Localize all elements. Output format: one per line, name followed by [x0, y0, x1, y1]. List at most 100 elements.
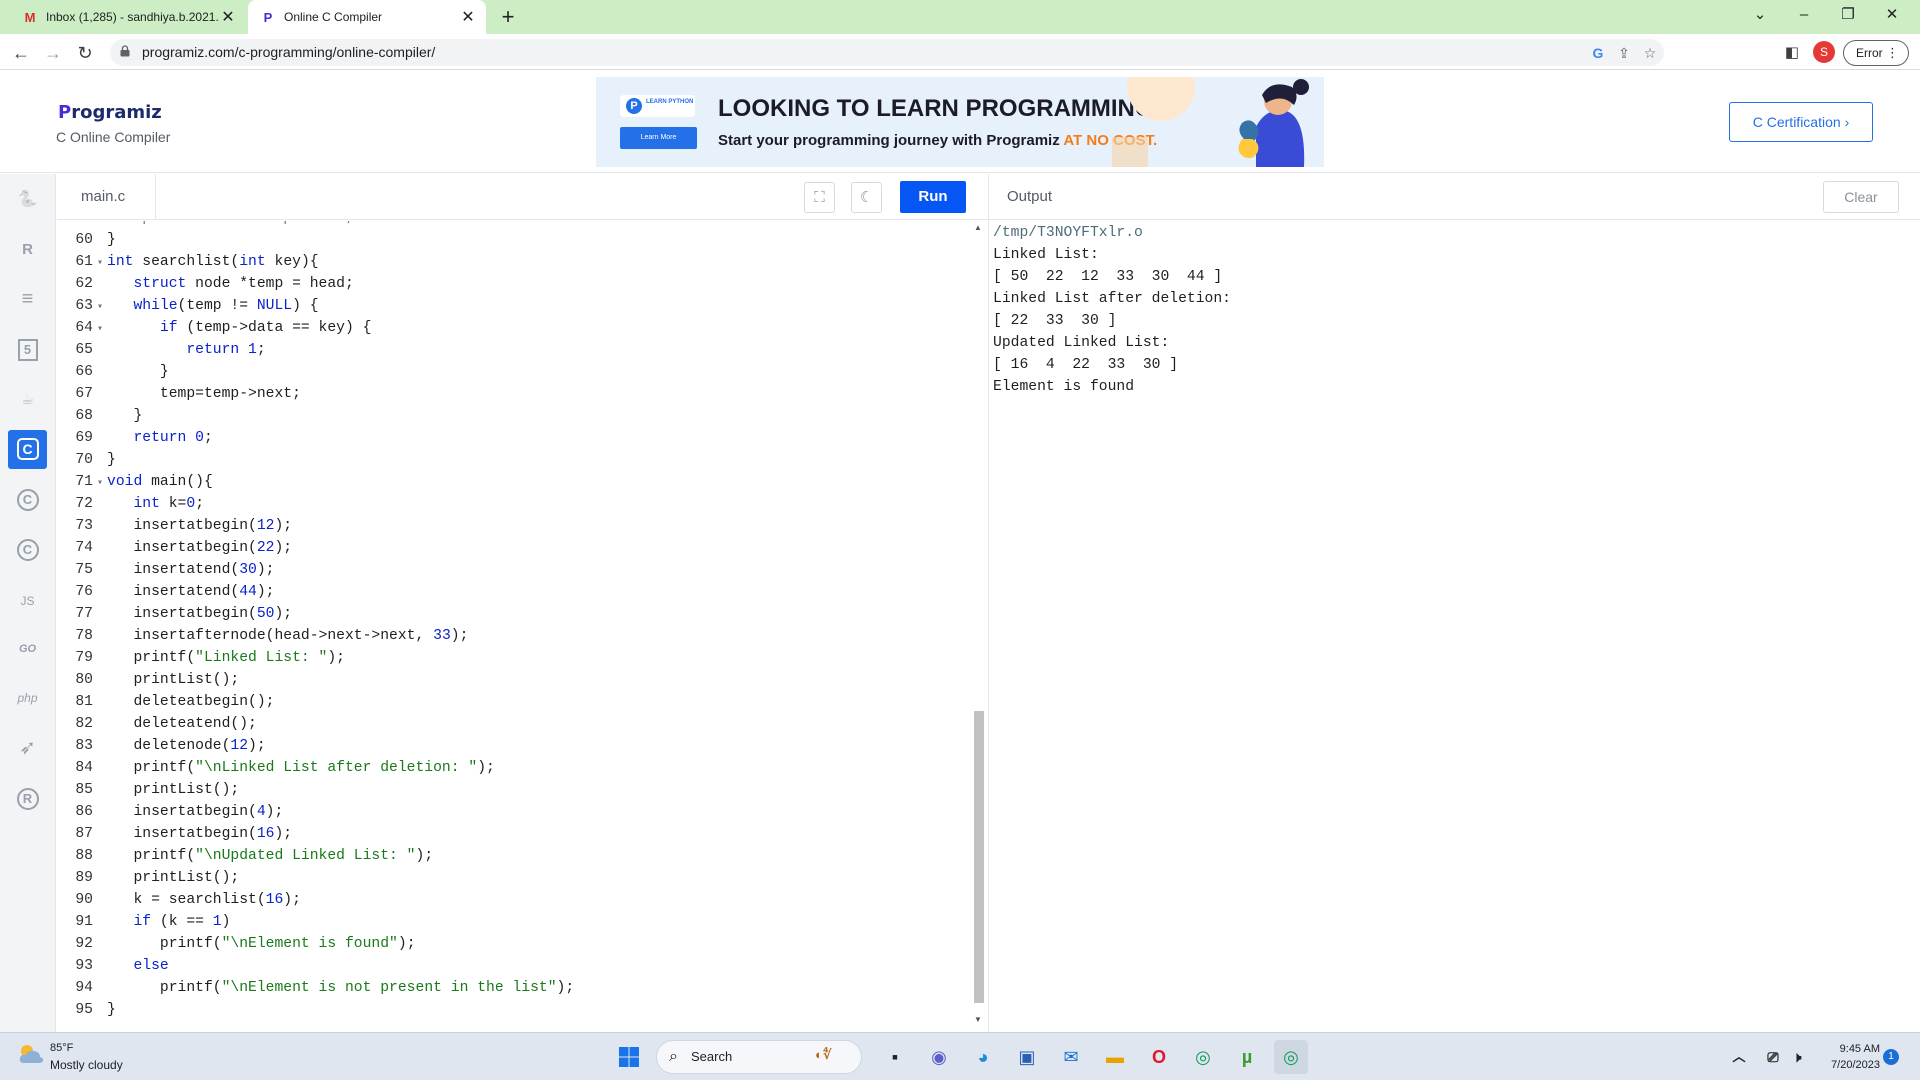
- chrome-icon[interactable]: ◎: [1186, 1040, 1220, 1074]
- close-tab-icon[interactable]: ✕: [458, 7, 478, 27]
- code-line[interactable]: 68 }: [57, 405, 972, 427]
- file-explorer-icon[interactable]: ▬: [1098, 1040, 1132, 1074]
- lang-cpp-button[interactable]: C: [8, 480, 47, 519]
- code-line[interactable]: 89 printList();: [57, 867, 972, 889]
- show-hidden-icons-chevron[interactable]: ︿: [1722, 1040, 1756, 1074]
- windows-start-icon[interactable]: [612, 1040, 646, 1074]
- tab-search-chevron-icon[interactable]: ⌄: [1738, 0, 1782, 30]
- share-icon[interactable]: ⇪: [1614, 43, 1634, 63]
- task-view-icon[interactable]: ▪: [878, 1040, 912, 1074]
- code-line[interactable]: 93 else: [57, 955, 972, 977]
- lang-python-button[interactable]: 🐍: [8, 180, 47, 219]
- code-line[interactable]: 92 printf("\nElement is found");: [57, 933, 972, 955]
- reload-icon[interactable]: ↻: [72, 40, 98, 66]
- tab-online-c-compiler[interactable]: P Online C Compiler ✕: [248, 0, 486, 34]
- scroll-up-icon[interactable]: ▲: [974, 223, 982, 232]
- code-line[interactable]: 81 deleteatbegin();: [57, 691, 972, 713]
- opera-icon[interactable]: O: [1142, 1040, 1176, 1074]
- chrome-active-icon[interactable]: ◎: [1274, 1040, 1308, 1074]
- taskbar-search-box[interactable]: ⌕ Search ◐∜: [656, 1040, 862, 1074]
- lang-sql-button[interactable]: ≡: [8, 280, 47, 319]
- mail-icon[interactable]: ✉: [1054, 1040, 1088, 1074]
- programiz-logo[interactable]: Programiz: [58, 102, 162, 123]
- code-line[interactable]: 79 printf("Linked List: ");: [57, 647, 972, 669]
- code-line[interactable]: 69 return 0;: [57, 427, 972, 449]
- tab-gmail-inbox[interactable]: M Inbox (1,285) - sandhiya.b.2021.c ✕: [10, 0, 246, 34]
- lang-c-button[interactable]: C: [8, 430, 47, 469]
- close-window-icon[interactable]: ✕: [1870, 0, 1914, 30]
- code-line[interactable]: 67 temp=temp->next;: [57, 383, 972, 405]
- restore-icon[interactable]: ❐: [1826, 0, 1870, 30]
- code-line[interactable]: 94 printf("\nElement is not present in t…: [57, 977, 972, 999]
- file-tab-main-c[interactable]: main.c: [57, 174, 156, 220]
- code-line[interactable]: 62 struct node *temp = head;: [57, 273, 972, 295]
- code-line[interactable]: 74 insertatbegin(22);: [57, 537, 972, 559]
- notification-badge[interactable]: 1: [1883, 1049, 1899, 1065]
- code-line[interactable]: 70}: [57, 449, 972, 471]
- lang-html-button[interactable]: 5: [8, 330, 47, 369]
- code-line[interactable]: 85 printList();: [57, 779, 972, 801]
- side-panel-icon[interactable]: ◧: [1779, 40, 1805, 66]
- c-certification-button[interactable]: C Certification ›: [1729, 102, 1873, 142]
- bookmark-star-icon[interactable]: ☆: [1640, 43, 1660, 63]
- scrollbar-thumb[interactable]: [974, 711, 984, 1003]
- speaker-muted-icon[interactable]: 🕨: [1780, 1040, 1814, 1074]
- editor-scrollbar[interactable]: ▲ ▼: [972, 221, 986, 1031]
- minimize-icon[interactable]: –: [1782, 0, 1826, 30]
- code-line[interactable]: 80 printList();: [57, 669, 972, 691]
- lang-java-button[interactable]: ☕: [8, 380, 47, 419]
- lang-csharp-button[interactable]: C: [8, 530, 47, 569]
- clear-button[interactable]: Clear: [1823, 181, 1899, 213]
- code-line[interactable]: 76 insertatend(44);: [57, 581, 972, 603]
- teams-chat-icon[interactable]: ◉: [922, 1040, 956, 1074]
- profile-avatar[interactable]: S: [1813, 41, 1835, 63]
- code-line[interactable]: 72 int k=0;: [57, 493, 972, 515]
- code-line[interactable]: 78 insertafternode(head->next->next, 33)…: [57, 625, 972, 647]
- code-line[interactable]: 71 ▾ void main(){: [57, 471, 972, 493]
- code-line[interactable]: prev->next = temp->next;: [57, 221, 972, 229]
- code-line[interactable]: 95}: [57, 999, 972, 1021]
- google-lens-icon[interactable]: G: [1588, 43, 1608, 63]
- code-line[interactable]: 87 insertatbegin(16);: [57, 823, 972, 845]
- fullscreen-button[interactable]: ⛶: [804, 182, 835, 213]
- code-line[interactable]: 83 deletenode(12);: [57, 735, 972, 757]
- new-tab-button[interactable]: +: [494, 4, 522, 30]
- lang-go-button[interactable]: GO: [8, 630, 47, 669]
- code-line[interactable]: 64 ▾ if (temp->data == key) {: [57, 317, 972, 339]
- code-line[interactable]: 82 deleteatend();: [57, 713, 972, 735]
- lang-swift-button[interactable]: ➶: [8, 729, 47, 768]
- learn-more-button[interactable]: Learn More: [620, 127, 697, 149]
- code-line[interactable]: 75 insertatend(30);: [57, 559, 972, 581]
- code-line[interactable]: 77 insertatbegin(50);: [57, 603, 972, 625]
- code-line[interactable]: 63 ▾ while(temp != NULL) {: [57, 295, 972, 317]
- code-line[interactable]: 66 }: [57, 361, 972, 383]
- code-line[interactable]: 84 printf("\nLinked List after deletion:…: [57, 757, 972, 779]
- lang-rust-button[interactable]: R: [8, 779, 47, 818]
- forward-icon[interactable]: →: [40, 40, 66, 66]
- close-tab-icon[interactable]: ✕: [218, 7, 238, 27]
- fold-arrow-icon[interactable]: ▾: [93, 319, 107, 341]
- run-button[interactable]: Run: [900, 181, 966, 213]
- code-line[interactable]: 86 insertatbegin(4);: [57, 801, 972, 823]
- fold-arrow-icon[interactable]: ▾: [93, 473, 107, 495]
- fold-arrow-icon[interactable]: ▾: [93, 253, 107, 275]
- fold-arrow-icon[interactable]: ▾: [93, 297, 107, 319]
- utorrent-icon[interactable]: µ: [1230, 1040, 1264, 1074]
- error-button[interactable]: Error ⋮: [1843, 40, 1909, 66]
- code-line[interactable]: 61 ▾ int searchlist(int key){: [57, 251, 972, 273]
- code-line[interactable]: 73 insertatbegin(12);: [57, 515, 972, 537]
- weather-cloud-icon[interactable]: [18, 1043, 44, 1065]
- code-editor[interactable]: prev->next = temp->next;60}61▾int search…: [57, 221, 972, 1031]
- scroll-down-icon[interactable]: ▼: [974, 1015, 982, 1024]
- back-icon[interactable]: ←: [8, 40, 34, 66]
- omnibox[interactable]: programiz.com/c-programming/online-compi…: [110, 39, 1664, 66]
- code-line[interactable]: 91 if (k == 1): [57, 911, 972, 933]
- code-line[interactable]: 88 printf("\nUpdated Linked List: ");: [57, 845, 972, 867]
- lang-php-button[interactable]: php: [8, 679, 47, 718]
- ad-banner[interactable]: P LEARN PYTHON Learn More LOOKING TO LEA…: [596, 77, 1324, 167]
- code-line[interactable]: 65 return 1;: [57, 339, 972, 361]
- code-line[interactable]: 60}: [57, 229, 972, 251]
- lang-js-button[interactable]: JS: [8, 582, 47, 621]
- taskbar-clock[interactable]: 9:45 AM 7/20/2023: [1816, 1041, 1880, 1073]
- microsoft-store-icon[interactable]: ▣: [1010, 1040, 1044, 1074]
